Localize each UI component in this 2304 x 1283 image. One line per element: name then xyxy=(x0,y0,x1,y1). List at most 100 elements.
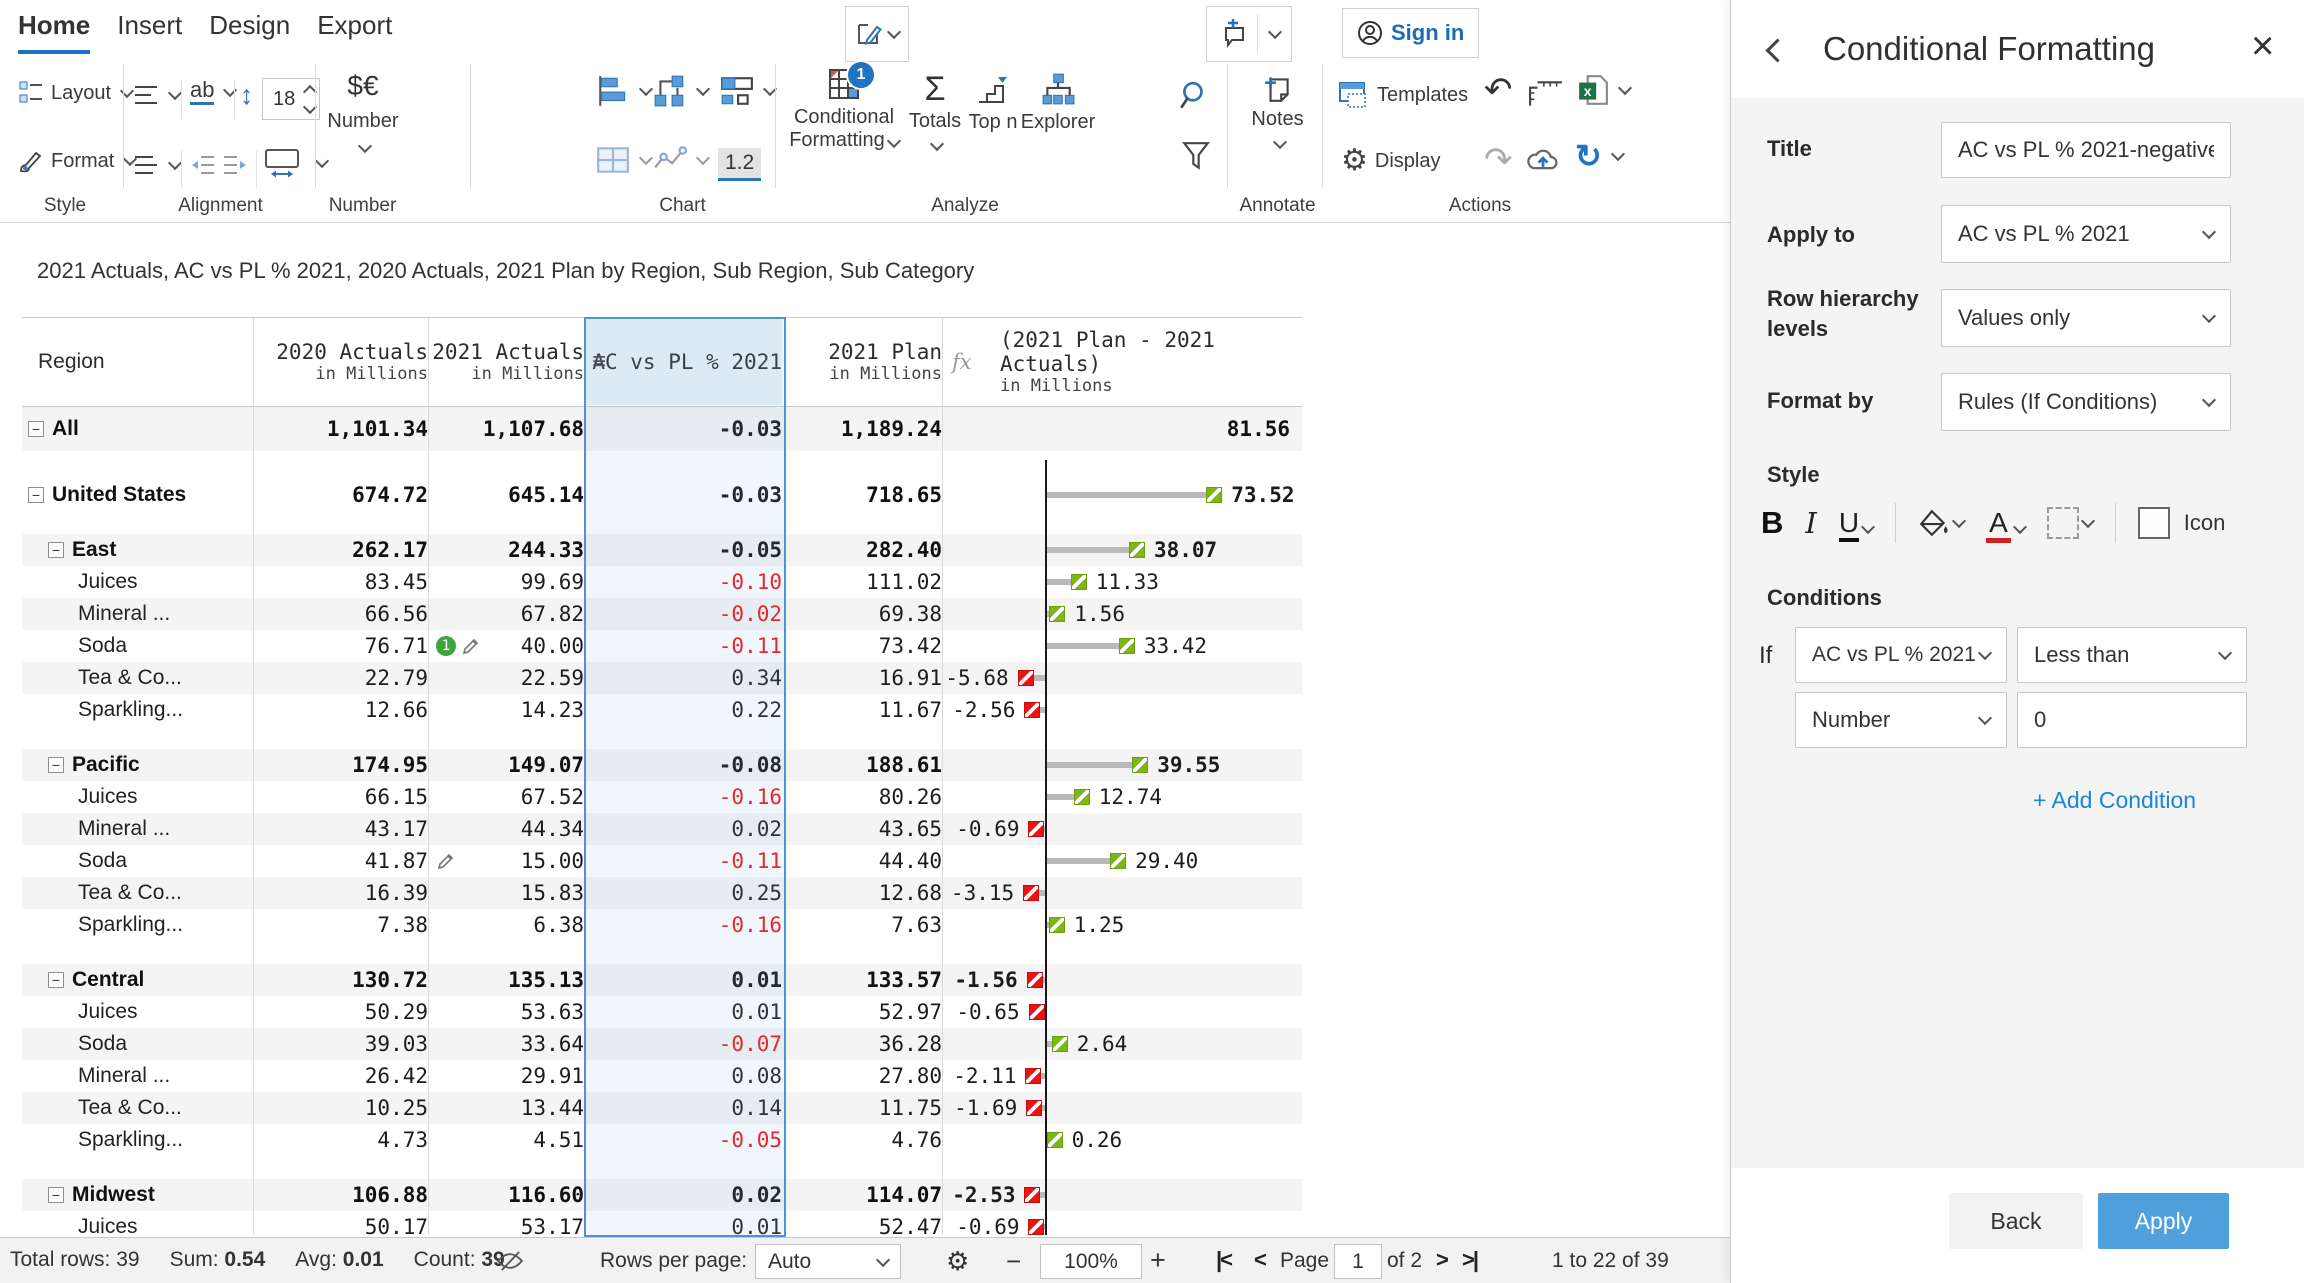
icon-checkbox[interactable] xyxy=(2138,507,2170,539)
panel-back-icon[interactable] xyxy=(1765,38,1789,62)
font-size-input[interactable]: 18 xyxy=(262,78,320,120)
font-color-button[interactable]: A xyxy=(1986,507,2025,539)
apply-to-select[interactable]: AC vs PL % 2021 xyxy=(1941,205,2231,263)
table-row[interactable]: Mineral ...43.1744.340.0243.65-0.69 xyxy=(22,813,1302,845)
totals-button[interactable]: Σ Totals xyxy=(905,72,965,149)
notes-button[interactable]: Notes xyxy=(1240,72,1315,147)
increase-indent-icon[interactable] xyxy=(222,152,248,178)
italic-button[interactable]: I xyxy=(1805,506,1816,540)
page-prev-button[interactable]: < xyxy=(1254,1247,1265,1273)
search-icon[interactable] xyxy=(1178,80,1210,112)
title-field-input[interactable] xyxy=(1941,122,2231,178)
chevron-down-icon[interactable] xyxy=(1267,25,1281,39)
column-header-2021-plan[interactable]: 2021 Planin Millions xyxy=(782,318,962,406)
comment-badge[interactable]: 1 xyxy=(436,636,456,656)
edited-value-icon[interactable] xyxy=(461,636,481,656)
column-width-button[interactable] xyxy=(264,148,327,178)
ruler-icon[interactable] xyxy=(1528,80,1564,108)
table-row[interactable]: Tea & Co...22.7922.590.3416.91-5.68 xyxy=(22,662,1302,694)
table-style-button[interactable] xyxy=(596,146,651,174)
page-first-button[interactable]: |< xyxy=(1216,1247,1231,1273)
page-next-button[interactable]: > xyxy=(1436,1247,1447,1273)
fill-color-button[interactable] xyxy=(1918,508,1964,538)
table-row[interactable]: All1,101.341,107.68-0.031,189.2481.56 xyxy=(22,407,1302,451)
table-row[interactable]: Pacific174.95149.07-0.08188.6139.55 xyxy=(22,749,1302,781)
top-n-button[interactable]: Top n xyxy=(962,74,1024,134)
zoom-out-button[interactable]: − xyxy=(1006,1246,1021,1277)
tab-home[interactable]: Home xyxy=(18,10,90,54)
condition-value-input[interactable] xyxy=(2017,692,2247,748)
row-hierarchy-select[interactable]: Values only xyxy=(1941,289,2231,347)
apply-button[interactable]: Apply xyxy=(2098,1193,2229,1249)
display-button[interactable]: ⚙ Display xyxy=(1341,146,1440,176)
rows-per-page-select[interactable]: Auto xyxy=(755,1244,901,1279)
column-header-variance[interactable]: fx (2021 Plan - 2021 Actuals)in Millions xyxy=(942,318,1302,406)
table-row[interactable]: Juices66.1567.52-0.1680.2612.74 xyxy=(22,781,1302,813)
collapse-icon[interactable] xyxy=(28,421,44,437)
table-row[interactable]: United States674.72645.14-0.03718.6573.5… xyxy=(22,479,1302,511)
tab-design[interactable]: Design xyxy=(209,10,290,54)
filter-icon[interactable] xyxy=(1180,140,1212,172)
table-row[interactable]: Mineral ...66.5667.82-0.0269.381.56 xyxy=(22,598,1302,630)
refresh-button[interactable]: ↻ xyxy=(1575,140,1623,172)
table-row[interactable]: Juices50.2953.630.0152.97-0.65 xyxy=(22,996,1302,1028)
condition-field-select[interactable]: AC vs PL % 2021 xyxy=(1795,627,2007,683)
collapse-icon[interactable] xyxy=(48,972,64,988)
table-row[interactable]: Tea & Co...16.3915.830.2512.68-3.15 xyxy=(22,877,1302,909)
collapse-icon[interactable] xyxy=(48,1187,64,1203)
format-by-select[interactable]: Rules (If Conditions) xyxy=(1941,373,2231,431)
back-button[interactable]: Back xyxy=(1949,1193,2083,1249)
redo-icon[interactable]: ↷ xyxy=(1484,140,1513,180)
collapse-icon[interactable] xyxy=(48,542,64,558)
table-row[interactable]: Sparkling...12.6614.230.2211.67-2.56 xyxy=(22,694,1302,726)
drag-handle-icon[interactable]: ≡ xyxy=(592,348,606,376)
edited-value-icon[interactable] xyxy=(436,851,456,871)
zoom-level[interactable]: 100% xyxy=(1040,1244,1142,1279)
border-style-button[interactable] xyxy=(2047,507,2093,539)
table-row[interactable]: Soda41.8715.00-0.1144.4029.40 xyxy=(22,845,1302,877)
conditional-formatting-button[interactable]: 1 Conditional Formatting xyxy=(788,68,900,152)
table-row[interactable]: Mineral ...26.4229.910.0827.80-2.11 xyxy=(22,1060,1302,1092)
chart-table-button[interactable] xyxy=(720,74,775,108)
zoom-in-button[interactable]: + xyxy=(1150,1245,1166,1276)
column-header-ac-vs-pl[interactable]: ≡ AC vs PL % 2021 xyxy=(584,318,794,406)
add-condition-link[interactable]: + Add Condition xyxy=(2033,787,2196,814)
templates-button[interactable]: Templates xyxy=(1338,80,1468,110)
format-button[interactable]: Format xyxy=(18,148,135,174)
table-row[interactable]: Soda76.7140.001-0.1173.4233.42 xyxy=(22,630,1302,662)
column-header-region[interactable]: Region xyxy=(22,318,269,406)
explorer-button[interactable]: Explorer xyxy=(1018,72,1098,134)
collapse-icon[interactable] xyxy=(48,757,64,773)
page-last-button[interactable]: >| xyxy=(1462,1247,1477,1273)
table-row[interactable]: Juices83.4599.69-0.10111.0211.33 xyxy=(22,566,1302,598)
font-size-stepper[interactable] xyxy=(305,87,315,112)
vertical-align-button[interactable] xyxy=(133,82,180,108)
settings-gear-icon[interactable]: ⚙ xyxy=(946,1246,969,1277)
column-header-2021-actuals[interactable]: 2021 Actualsin Millions xyxy=(428,318,604,406)
table-row[interactable]: Sparkling...4.734.51-0.054.760.26 xyxy=(22,1124,1302,1156)
cloud-upload-icon[interactable] xyxy=(1524,142,1562,172)
column-header-2020-actuals[interactable]: 2020 Actualsin Millions xyxy=(253,318,448,406)
page-number-input[interactable] xyxy=(1334,1244,1382,1279)
rename-visual-button[interactable] xyxy=(845,6,909,62)
table-row[interactable]: Central130.72135.130.01133.57-1.56 xyxy=(22,964,1302,996)
decrease-indent-icon[interactable] xyxy=(190,152,216,178)
table-row[interactable]: Sparkling...7.386.38-0.167.631.25 xyxy=(22,909,1302,941)
chart-hierarchy-button[interactable] xyxy=(653,74,708,108)
table-row[interactable]: Soda39.0333.64-0.0736.282.64 xyxy=(22,1028,1302,1060)
table-row[interactable]: Midwest106.88116.600.02114.07-2.53 xyxy=(22,1179,1302,1211)
collapse-icon[interactable] xyxy=(28,487,44,503)
condition-value-type-select[interactable]: Number xyxy=(1795,692,2007,748)
annotation-indicators[interactable]: 1 xyxy=(436,630,481,662)
bold-button[interactable]: B xyxy=(1761,505,1783,541)
table-row[interactable]: Juices50.1753.170.0152.47-0.69 xyxy=(22,1211,1302,1237)
line-chart-button[interactable] xyxy=(653,146,708,174)
panel-close-button[interactable]: × xyxy=(2251,26,2274,66)
tab-export[interactable]: Export xyxy=(317,10,392,54)
sign-in-button[interactable]: Sign in xyxy=(1342,8,1479,58)
layout-button[interactable]: Layout xyxy=(18,80,132,106)
add-comment-button[interactable] xyxy=(1206,6,1292,62)
annotation-indicators[interactable] xyxy=(436,845,456,877)
eye-off-icon[interactable] xyxy=(496,1250,524,1272)
table-row[interactable]: East262.17244.33-0.05282.4038.07 xyxy=(22,534,1302,566)
